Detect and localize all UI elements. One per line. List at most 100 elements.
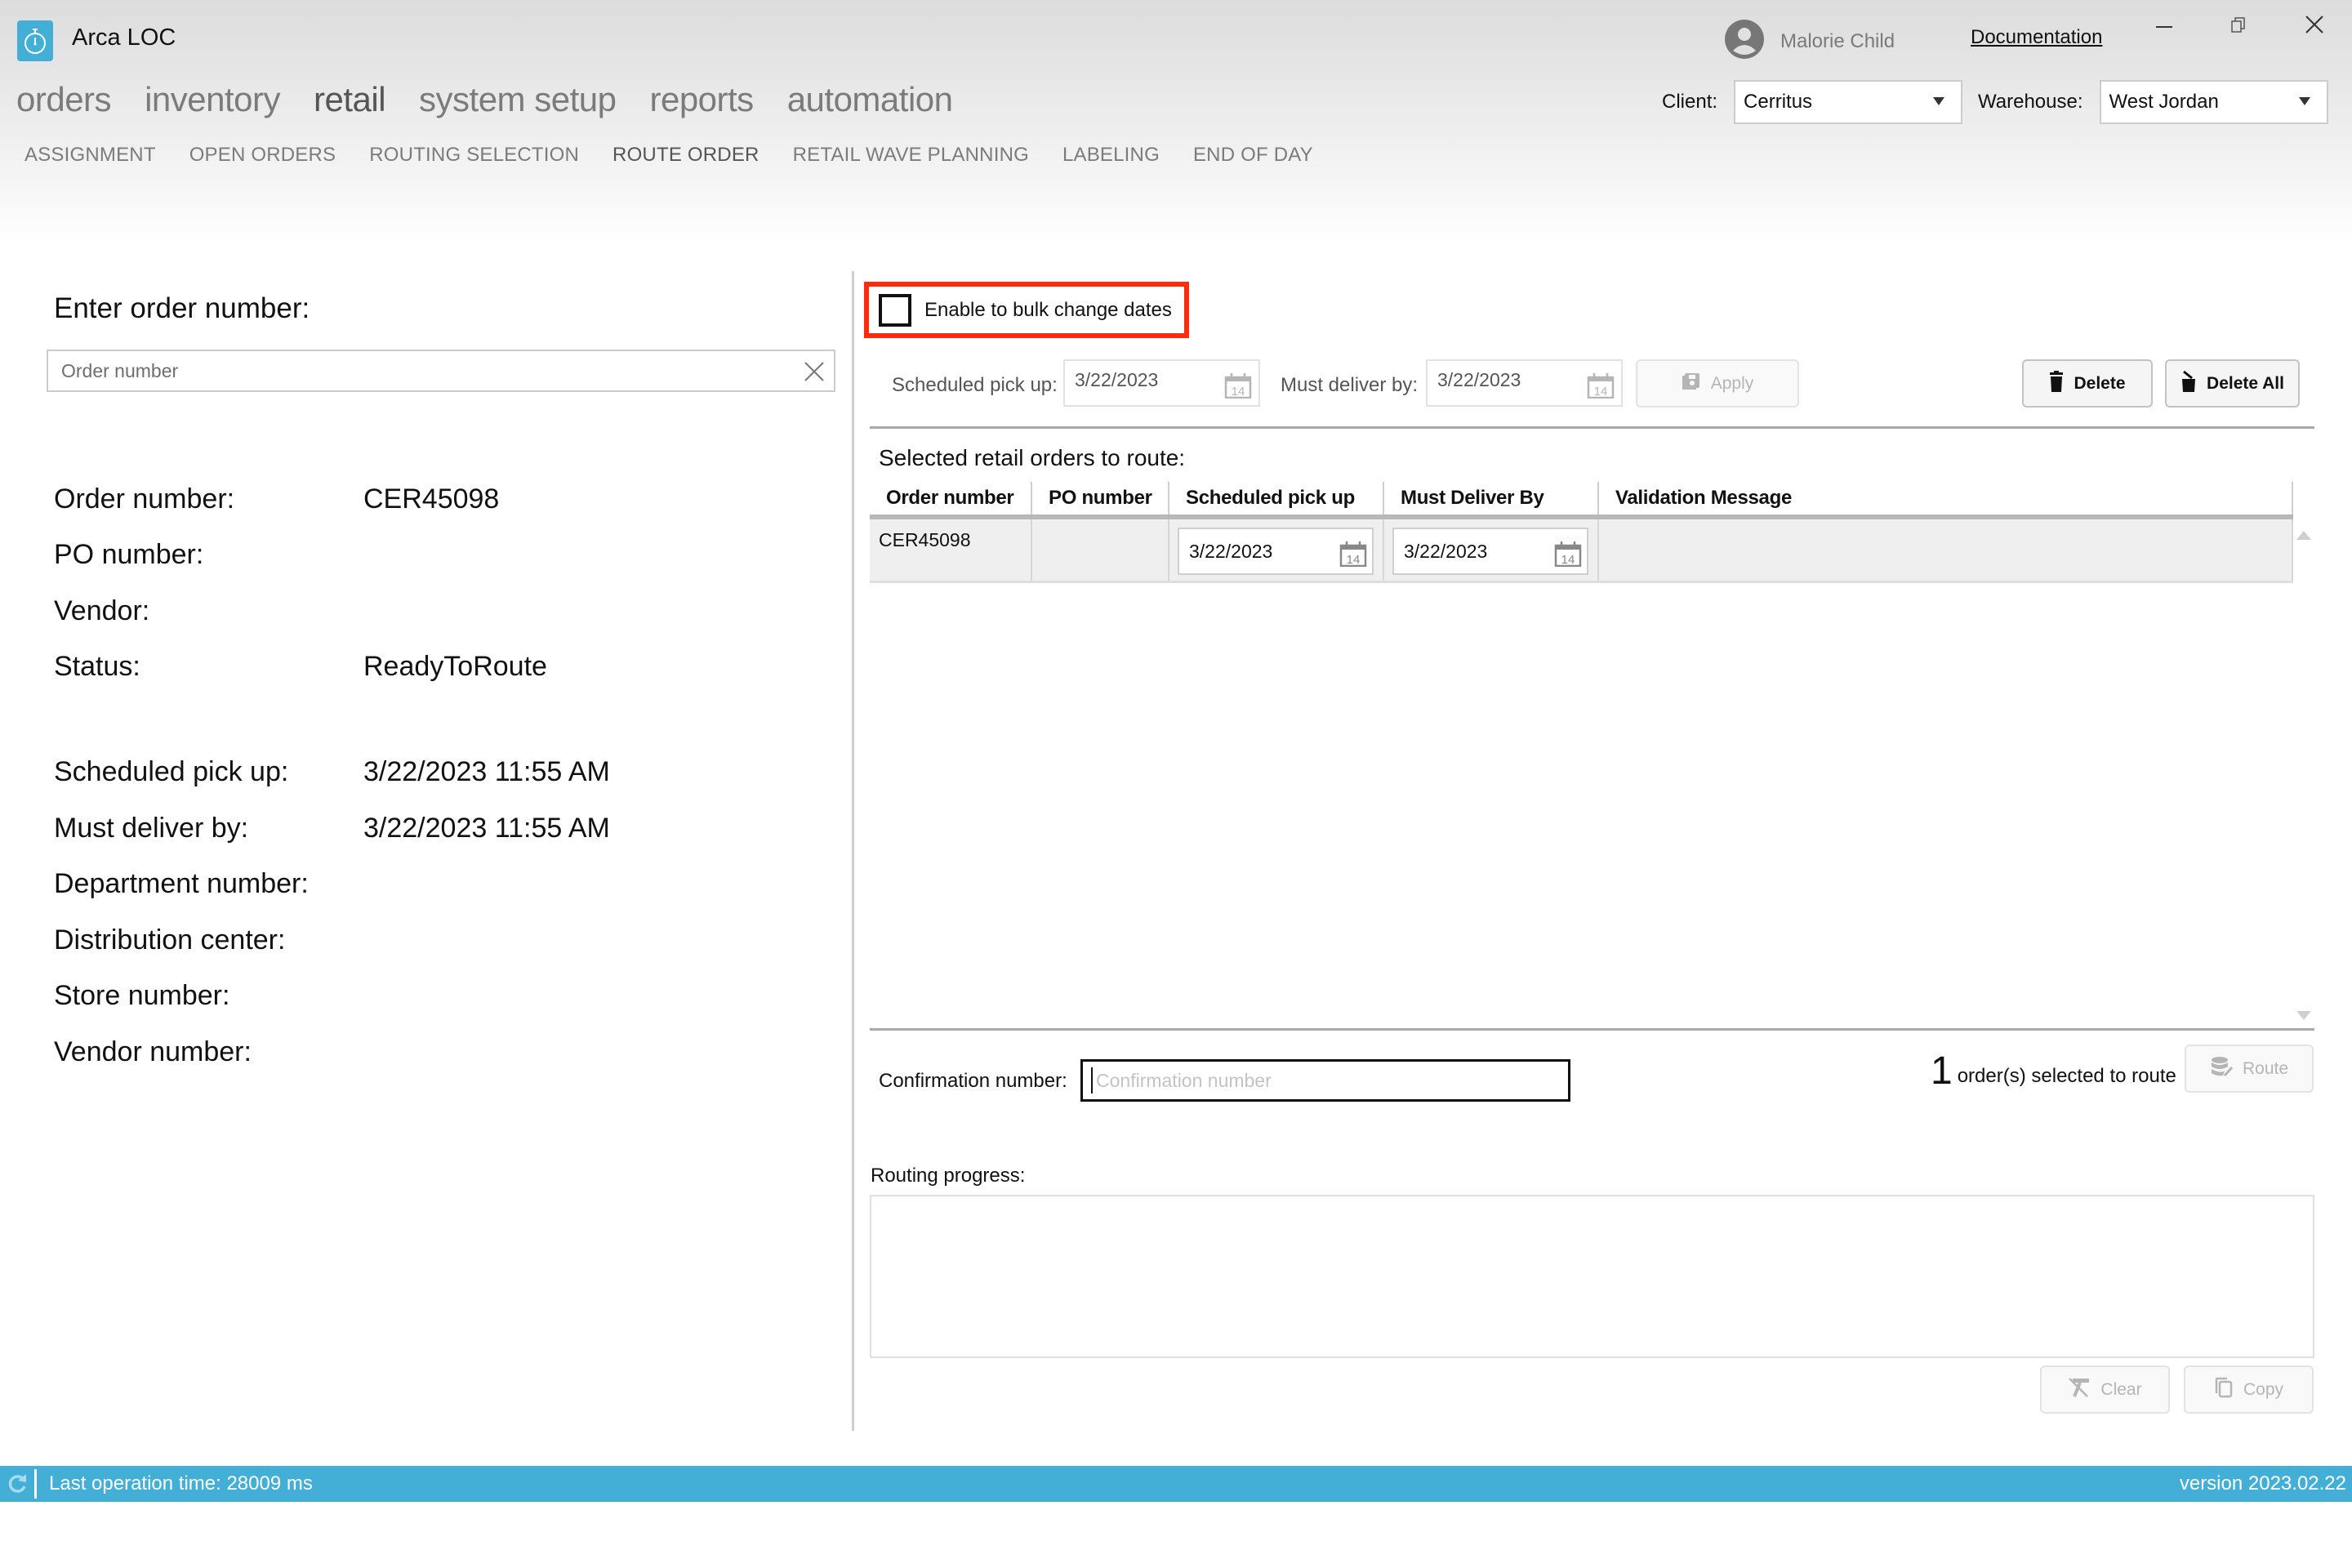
- detail-vendor: Vendor:: [54, 595, 150, 626]
- bulk-scheduled-pickup-label: Scheduled pick up:: [892, 374, 1058, 396]
- database-edit-icon: [2210, 1056, 2234, 1082]
- last-operation-time: Last operation time: 28009 ms: [49, 1472, 313, 1494]
- sub-nav-routing-selection[interactable]: ROUTING SELECTION: [369, 144, 579, 167]
- copy-icon: [2214, 1377, 2234, 1403]
- main-nav-inventory[interactable]: inventory: [145, 80, 280, 119]
- main-nav-retail[interactable]: retail: [314, 80, 386, 119]
- main-nav-reports[interactable]: reports: [649, 80, 754, 119]
- routing-progress-label: Routing progress:: [871, 1165, 1026, 1187]
- svg-text:14: 14: [1594, 385, 1608, 399]
- apply-button[interactable]: Apply: [1636, 359, 1799, 408]
- main-nav-system-setup[interactable]: system setup: [419, 80, 617, 119]
- bulk-scheduled-pickup-picker[interactable]: 3/22/2023 14: [1063, 359, 1260, 407]
- calendar-icon[interactable]: 14: [1339, 541, 1367, 571]
- bulk-must-deliver-picker[interactable]: 3/22/2023 14: [1426, 359, 1623, 407]
- calendar-icon[interactable]: 14: [1224, 372, 1252, 403]
- minimize-icon: [2155, 16, 2173, 38]
- trash-open-icon: [2180, 370, 2197, 397]
- restore-button[interactable]: [2223, 11, 2256, 41]
- documentation-link[interactable]: Documentation: [1971, 26, 2102, 49]
- calendar-icon[interactable]: 14: [1554, 541, 1582, 571]
- clear-button[interactable]: Clear: [2040, 1365, 2170, 1414]
- svg-text:14: 14: [1561, 553, 1575, 567]
- sub-nav: ASSIGNMENT OPEN ORDERS ROUTING SELECTION…: [24, 144, 1347, 167]
- detail-vendor-number: Vendor number:: [54, 1036, 252, 1067]
- bulk-change-highlight: Enable to bulk change dates: [864, 282, 1189, 338]
- app-header: Arca LOC Malorie Child Documentation ord…: [0, 0, 2352, 245]
- col-must-deliver-by[interactable]: Must Deliver By: [1384, 482, 1599, 514]
- close-window-button[interactable]: [2298, 11, 2331, 41]
- main-nav-orders[interactable]: orders: [16, 80, 112, 119]
- sub-nav-labeling[interactable]: LABELING: [1062, 144, 1160, 167]
- status-bar: Last operation time: 28009 ms version 20…: [0, 1466, 2352, 1502]
- cell-must-deliver-by: 3/22/2023 14: [1384, 519, 1599, 581]
- sub-nav-assignment[interactable]: ASSIGNMENT: [24, 144, 156, 167]
- selected-orders-title: Selected retail orders to route:: [879, 445, 1186, 470]
- table-bottom-divider: [870, 1028, 2314, 1031]
- delete-all-button[interactable]: Delete All: [2165, 359, 2300, 408]
- scroll-up-arrow[interactable]: [2296, 531, 2311, 540]
- detail-po-number: PO number:: [54, 539, 204, 570]
- cell-validation-message: [1599, 519, 2293, 581]
- col-order-number[interactable]: Order number: [870, 482, 1032, 514]
- row-must-deliver-picker[interactable]: 3/22/2023 14: [1392, 528, 1588, 575]
- main-nav-automation[interactable]: automation: [787, 80, 953, 119]
- app-logo-icon: [17, 20, 53, 61]
- cell-scheduled-pickup: 3/22/2023 14: [1169, 519, 1384, 581]
- chevron-down-icon: [1933, 97, 1945, 105]
- warehouse-label: Warehouse:: [1978, 91, 2083, 113]
- col-po-number[interactable]: PO number: [1032, 482, 1169, 514]
- refresh-icon[interactable]: [7, 1472, 28, 1499]
- detail-order-number: Order number: CER45098: [54, 483, 500, 514]
- main-nav: orders inventory retail system setup rep…: [16, 80, 987, 119]
- minimize-button[interactable]: [2148, 11, 2180, 41]
- col-validation-message[interactable]: Validation Message: [1599, 482, 2293, 514]
- enter-order-title: Enter order number:: [54, 292, 310, 324]
- table-row[interactable]: CER45098 3/22/2023 14 3/22/2023 14: [870, 519, 2293, 583]
- detail-store-number: Store number:: [54, 980, 230, 1011]
- warehouse-dropdown[interactable]: West Jordan: [2099, 80, 2328, 124]
- selected-count: 1: [1931, 1049, 1953, 1093]
- order-number-input[interactable]: [61, 359, 780, 382]
- calendar-icon[interactable]: 14: [1587, 372, 1615, 403]
- detail-distribution-center: Distribution center:: [54, 924, 286, 956]
- sub-nav-retail-wave-planning[interactable]: RETAIL WAVE PLANNING: [793, 144, 1029, 167]
- restore-icon: [2230, 16, 2248, 38]
- sub-nav-route-order[interactable]: ROUTE ORDER: [612, 144, 760, 167]
- delete-button[interactable]: Delete: [2022, 359, 2153, 408]
- confirmation-field: [1080, 1059, 1570, 1102]
- svg-text:14: 14: [1347, 553, 1361, 567]
- order-number-field: [47, 350, 835, 392]
- col-scheduled-pickup[interactable]: Scheduled pick up: [1169, 482, 1384, 514]
- svg-text:14: 14: [1232, 385, 1245, 399]
- sub-nav-end-of-day[interactable]: END OF DAY: [1193, 144, 1313, 167]
- confirmation-number-input[interactable]: [1091, 1067, 1557, 1094]
- bulk-must-deliver-label: Must deliver by:: [1281, 374, 1419, 396]
- route-button[interactable]: Route: [2185, 1045, 2314, 1093]
- client-dropdown[interactable]: Cerritus: [1734, 80, 1963, 124]
- copy-button[interactable]: Copy: [2184, 1365, 2314, 1414]
- routing-progress-log[interactable]: [870, 1195, 2314, 1358]
- status-separator: [34, 1469, 37, 1499]
- app-version: version 2023.02.22: [2179, 1472, 2346, 1494]
- clear-input-icon[interactable]: [803, 360, 826, 387]
- route-count: 1 order(s) selected to route: [1931, 1052, 2176, 1091]
- user-menu[interactable]: Malorie Child: [1725, 20, 1895, 63]
- client-label: Client:: [1662, 91, 1718, 113]
- user-avatar-icon: [1725, 20, 1764, 63]
- clear-format-icon: [2068, 1377, 2091, 1403]
- app-title: Arca LOC: [72, 24, 176, 51]
- detail-department-number: Department number:: [54, 868, 309, 899]
- detail-must-deliver-by: Must deliver by: 3/22/2023 11:55 AM: [54, 813, 610, 844]
- row-scheduled-pickup-picker[interactable]: 3/22/2023 14: [1178, 528, 1374, 575]
- bulk-change-label: Enable to bulk change dates: [924, 298, 1172, 321]
- sub-nav-open-orders[interactable]: OPEN ORDERS: [189, 144, 336, 167]
- orders-table: Order number PO number Scheduled pick up…: [870, 482, 2293, 583]
- bulk-change-checkbox[interactable]: [879, 293, 911, 327]
- cell-po-number: [1032, 519, 1169, 581]
- warehouse-selector: Warehouse: West Jordan: [1978, 80, 2328, 124]
- client-value: Cerritus: [1744, 91, 1813, 113]
- scroll-down-arrow[interactable]: [2296, 1011, 2311, 1020]
- panel-divider: [852, 271, 854, 1431]
- selected-count-text: order(s) selected to route: [1957, 1065, 2176, 1087]
